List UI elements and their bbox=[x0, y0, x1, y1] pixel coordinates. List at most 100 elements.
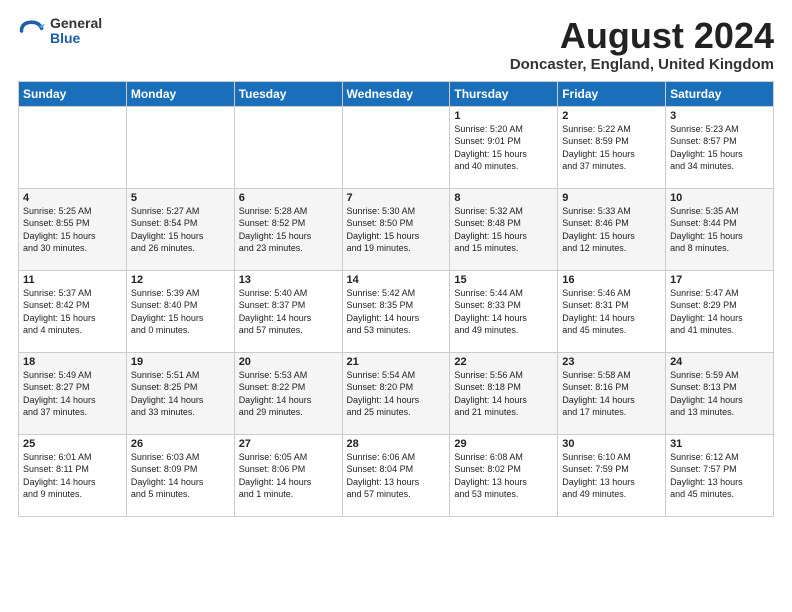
day-number: 11 bbox=[23, 274, 122, 286]
day-number: 24 bbox=[670, 356, 769, 368]
calendar-week-row: 25Sunrise: 6:01 AM Sunset: 8:11 PM Dayli… bbox=[19, 434, 774, 516]
day-info: Sunrise: 5:27 AM Sunset: 8:54 PM Dayligh… bbox=[131, 205, 230, 255]
column-header-wednesday: Wednesday bbox=[342, 81, 450, 106]
column-header-sunday: Sunday bbox=[19, 81, 127, 106]
day-info: Sunrise: 6:12 AM Sunset: 7:57 PM Dayligh… bbox=[670, 451, 769, 501]
calendar-cell bbox=[19, 106, 127, 188]
calendar-cell: 31Sunrise: 6:12 AM Sunset: 7:57 PM Dayli… bbox=[666, 434, 774, 516]
calendar-cell: 16Sunrise: 5:46 AM Sunset: 8:31 PM Dayli… bbox=[558, 270, 666, 352]
calendar-cell: 24Sunrise: 5:59 AM Sunset: 8:13 PM Dayli… bbox=[666, 352, 774, 434]
day-info: Sunrise: 6:10 AM Sunset: 7:59 PM Dayligh… bbox=[562, 451, 661, 501]
title-block: August 2024 Doncaster, England, United K… bbox=[510, 16, 774, 73]
day-info: Sunrise: 5:51 AM Sunset: 8:25 PM Dayligh… bbox=[131, 369, 230, 419]
day-number: 28 bbox=[347, 438, 446, 450]
day-info: Sunrise: 6:06 AM Sunset: 8:04 PM Dayligh… bbox=[347, 451, 446, 501]
day-info: Sunrise: 5:33 AM Sunset: 8:46 PM Dayligh… bbox=[562, 205, 661, 255]
calendar-cell: 7Sunrise: 5:30 AM Sunset: 8:50 PM Daylig… bbox=[342, 188, 450, 270]
calendar-week-row: 18Sunrise: 5:49 AM Sunset: 8:27 PM Dayli… bbox=[19, 352, 774, 434]
day-info: Sunrise: 5:49 AM Sunset: 8:27 PM Dayligh… bbox=[23, 369, 122, 419]
day-number: 16 bbox=[562, 274, 661, 286]
calendar-cell: 17Sunrise: 5:47 AM Sunset: 8:29 PM Dayli… bbox=[666, 270, 774, 352]
day-number: 9 bbox=[562, 192, 661, 204]
day-info: Sunrise: 5:23 AM Sunset: 8:57 PM Dayligh… bbox=[670, 123, 769, 173]
day-info: Sunrise: 5:22 AM Sunset: 8:59 PM Dayligh… bbox=[562, 123, 661, 173]
calendar-cell: 15Sunrise: 5:44 AM Sunset: 8:33 PM Dayli… bbox=[450, 270, 558, 352]
day-number: 23 bbox=[562, 356, 661, 368]
day-info: Sunrise: 5:32 AM Sunset: 8:48 PM Dayligh… bbox=[454, 205, 553, 255]
day-info: Sunrise: 5:39 AM Sunset: 8:40 PM Dayligh… bbox=[131, 287, 230, 337]
logo-blue-label: Blue bbox=[50, 31, 102, 46]
day-info: Sunrise: 5:30 AM Sunset: 8:50 PM Dayligh… bbox=[347, 205, 446, 255]
calendar-cell: 23Sunrise: 5:58 AM Sunset: 8:16 PM Dayli… bbox=[558, 352, 666, 434]
calendar-cell: 3Sunrise: 5:23 AM Sunset: 8:57 PM Daylig… bbox=[666, 106, 774, 188]
calendar-cell: 14Sunrise: 5:42 AM Sunset: 8:35 PM Dayli… bbox=[342, 270, 450, 352]
day-info: Sunrise: 5:37 AM Sunset: 8:42 PM Dayligh… bbox=[23, 287, 122, 337]
calendar-cell: 2Sunrise: 5:22 AM Sunset: 8:59 PM Daylig… bbox=[558, 106, 666, 188]
column-header-thursday: Thursday bbox=[450, 81, 558, 106]
day-number: 19 bbox=[131, 356, 230, 368]
calendar-cell bbox=[342, 106, 450, 188]
day-info: Sunrise: 5:20 AM Sunset: 9:01 PM Dayligh… bbox=[454, 123, 553, 173]
calendar-cell: 5Sunrise: 5:27 AM Sunset: 8:54 PM Daylig… bbox=[126, 188, 234, 270]
page: General Blue August 2024 Doncaster, Engl… bbox=[0, 0, 792, 529]
day-info: Sunrise: 5:59 AM Sunset: 8:13 PM Dayligh… bbox=[670, 369, 769, 419]
day-number: 18 bbox=[23, 356, 122, 368]
calendar-cell: 21Sunrise: 5:54 AM Sunset: 8:20 PM Dayli… bbox=[342, 352, 450, 434]
day-number: 6 bbox=[239, 192, 338, 204]
day-number: 7 bbox=[347, 192, 446, 204]
calendar-table: SundayMondayTuesdayWednesdayThursdayFrid… bbox=[18, 81, 774, 517]
day-number: 1 bbox=[454, 110, 553, 122]
calendar-cell: 4Sunrise: 5:25 AM Sunset: 8:55 PM Daylig… bbox=[19, 188, 127, 270]
day-info: Sunrise: 5:35 AM Sunset: 8:44 PM Dayligh… bbox=[670, 205, 769, 255]
column-header-friday: Friday bbox=[558, 81, 666, 106]
day-number: 26 bbox=[131, 438, 230, 450]
day-number: 13 bbox=[239, 274, 338, 286]
calendar-cell: 19Sunrise: 5:51 AM Sunset: 8:25 PM Dayli… bbox=[126, 352, 234, 434]
day-number: 14 bbox=[347, 274, 446, 286]
location-title: Doncaster, England, United Kingdom bbox=[510, 56, 774, 73]
calendar-cell: 13Sunrise: 5:40 AM Sunset: 8:37 PM Dayli… bbox=[234, 270, 342, 352]
day-info: Sunrise: 5:58 AM Sunset: 8:16 PM Dayligh… bbox=[562, 369, 661, 419]
calendar-cell: 10Sunrise: 5:35 AM Sunset: 8:44 PM Dayli… bbox=[666, 188, 774, 270]
calendar-cell: 26Sunrise: 6:03 AM Sunset: 8:09 PM Dayli… bbox=[126, 434, 234, 516]
logo: General Blue bbox=[18, 16, 102, 47]
day-number: 31 bbox=[670, 438, 769, 450]
day-info: Sunrise: 6:08 AM Sunset: 8:02 PM Dayligh… bbox=[454, 451, 553, 501]
day-info: Sunrise: 5:44 AM Sunset: 8:33 PM Dayligh… bbox=[454, 287, 553, 337]
calendar-header-row: SundayMondayTuesdayWednesdayThursdayFrid… bbox=[19, 81, 774, 106]
day-number: 29 bbox=[454, 438, 553, 450]
logo-text: General Blue bbox=[50, 16, 102, 47]
column-header-saturday: Saturday bbox=[666, 81, 774, 106]
column-header-monday: Monday bbox=[126, 81, 234, 106]
day-info: Sunrise: 5:40 AM Sunset: 8:37 PM Dayligh… bbox=[239, 287, 338, 337]
calendar-week-row: 1Sunrise: 5:20 AM Sunset: 9:01 PM Daylig… bbox=[19, 106, 774, 188]
calendar-cell: 20Sunrise: 5:53 AM Sunset: 8:22 PM Dayli… bbox=[234, 352, 342, 434]
calendar-cell: 22Sunrise: 5:56 AM Sunset: 8:18 PM Dayli… bbox=[450, 352, 558, 434]
day-info: Sunrise: 6:05 AM Sunset: 8:06 PM Dayligh… bbox=[239, 451, 338, 501]
calendar-week-row: 11Sunrise: 5:37 AM Sunset: 8:42 PM Dayli… bbox=[19, 270, 774, 352]
day-number: 25 bbox=[23, 438, 122, 450]
day-number: 3 bbox=[670, 110, 769, 122]
day-info: Sunrise: 5:28 AM Sunset: 8:52 PM Dayligh… bbox=[239, 205, 338, 255]
calendar-cell: 28Sunrise: 6:06 AM Sunset: 8:04 PM Dayli… bbox=[342, 434, 450, 516]
header: General Blue August 2024 Doncaster, Engl… bbox=[18, 16, 774, 73]
day-number: 12 bbox=[131, 274, 230, 286]
day-number: 4 bbox=[23, 192, 122, 204]
day-number: 27 bbox=[239, 438, 338, 450]
day-info: Sunrise: 5:54 AM Sunset: 8:20 PM Dayligh… bbox=[347, 369, 446, 419]
calendar-cell bbox=[234, 106, 342, 188]
day-number: 20 bbox=[239, 356, 338, 368]
calendar-cell: 30Sunrise: 6:10 AM Sunset: 7:59 PM Dayli… bbox=[558, 434, 666, 516]
day-number: 8 bbox=[454, 192, 553, 204]
calendar-cell: 11Sunrise: 5:37 AM Sunset: 8:42 PM Dayli… bbox=[19, 270, 127, 352]
day-number: 22 bbox=[454, 356, 553, 368]
day-number: 2 bbox=[562, 110, 661, 122]
day-number: 10 bbox=[670, 192, 769, 204]
day-number: 17 bbox=[670, 274, 769, 286]
day-info: Sunrise: 5:47 AM Sunset: 8:29 PM Dayligh… bbox=[670, 287, 769, 337]
day-info: Sunrise: 5:46 AM Sunset: 8:31 PM Dayligh… bbox=[562, 287, 661, 337]
day-info: Sunrise: 5:42 AM Sunset: 8:35 PM Dayligh… bbox=[347, 287, 446, 337]
calendar-cell bbox=[126, 106, 234, 188]
calendar-cell: 6Sunrise: 5:28 AM Sunset: 8:52 PM Daylig… bbox=[234, 188, 342, 270]
logo-icon bbox=[18, 17, 46, 45]
